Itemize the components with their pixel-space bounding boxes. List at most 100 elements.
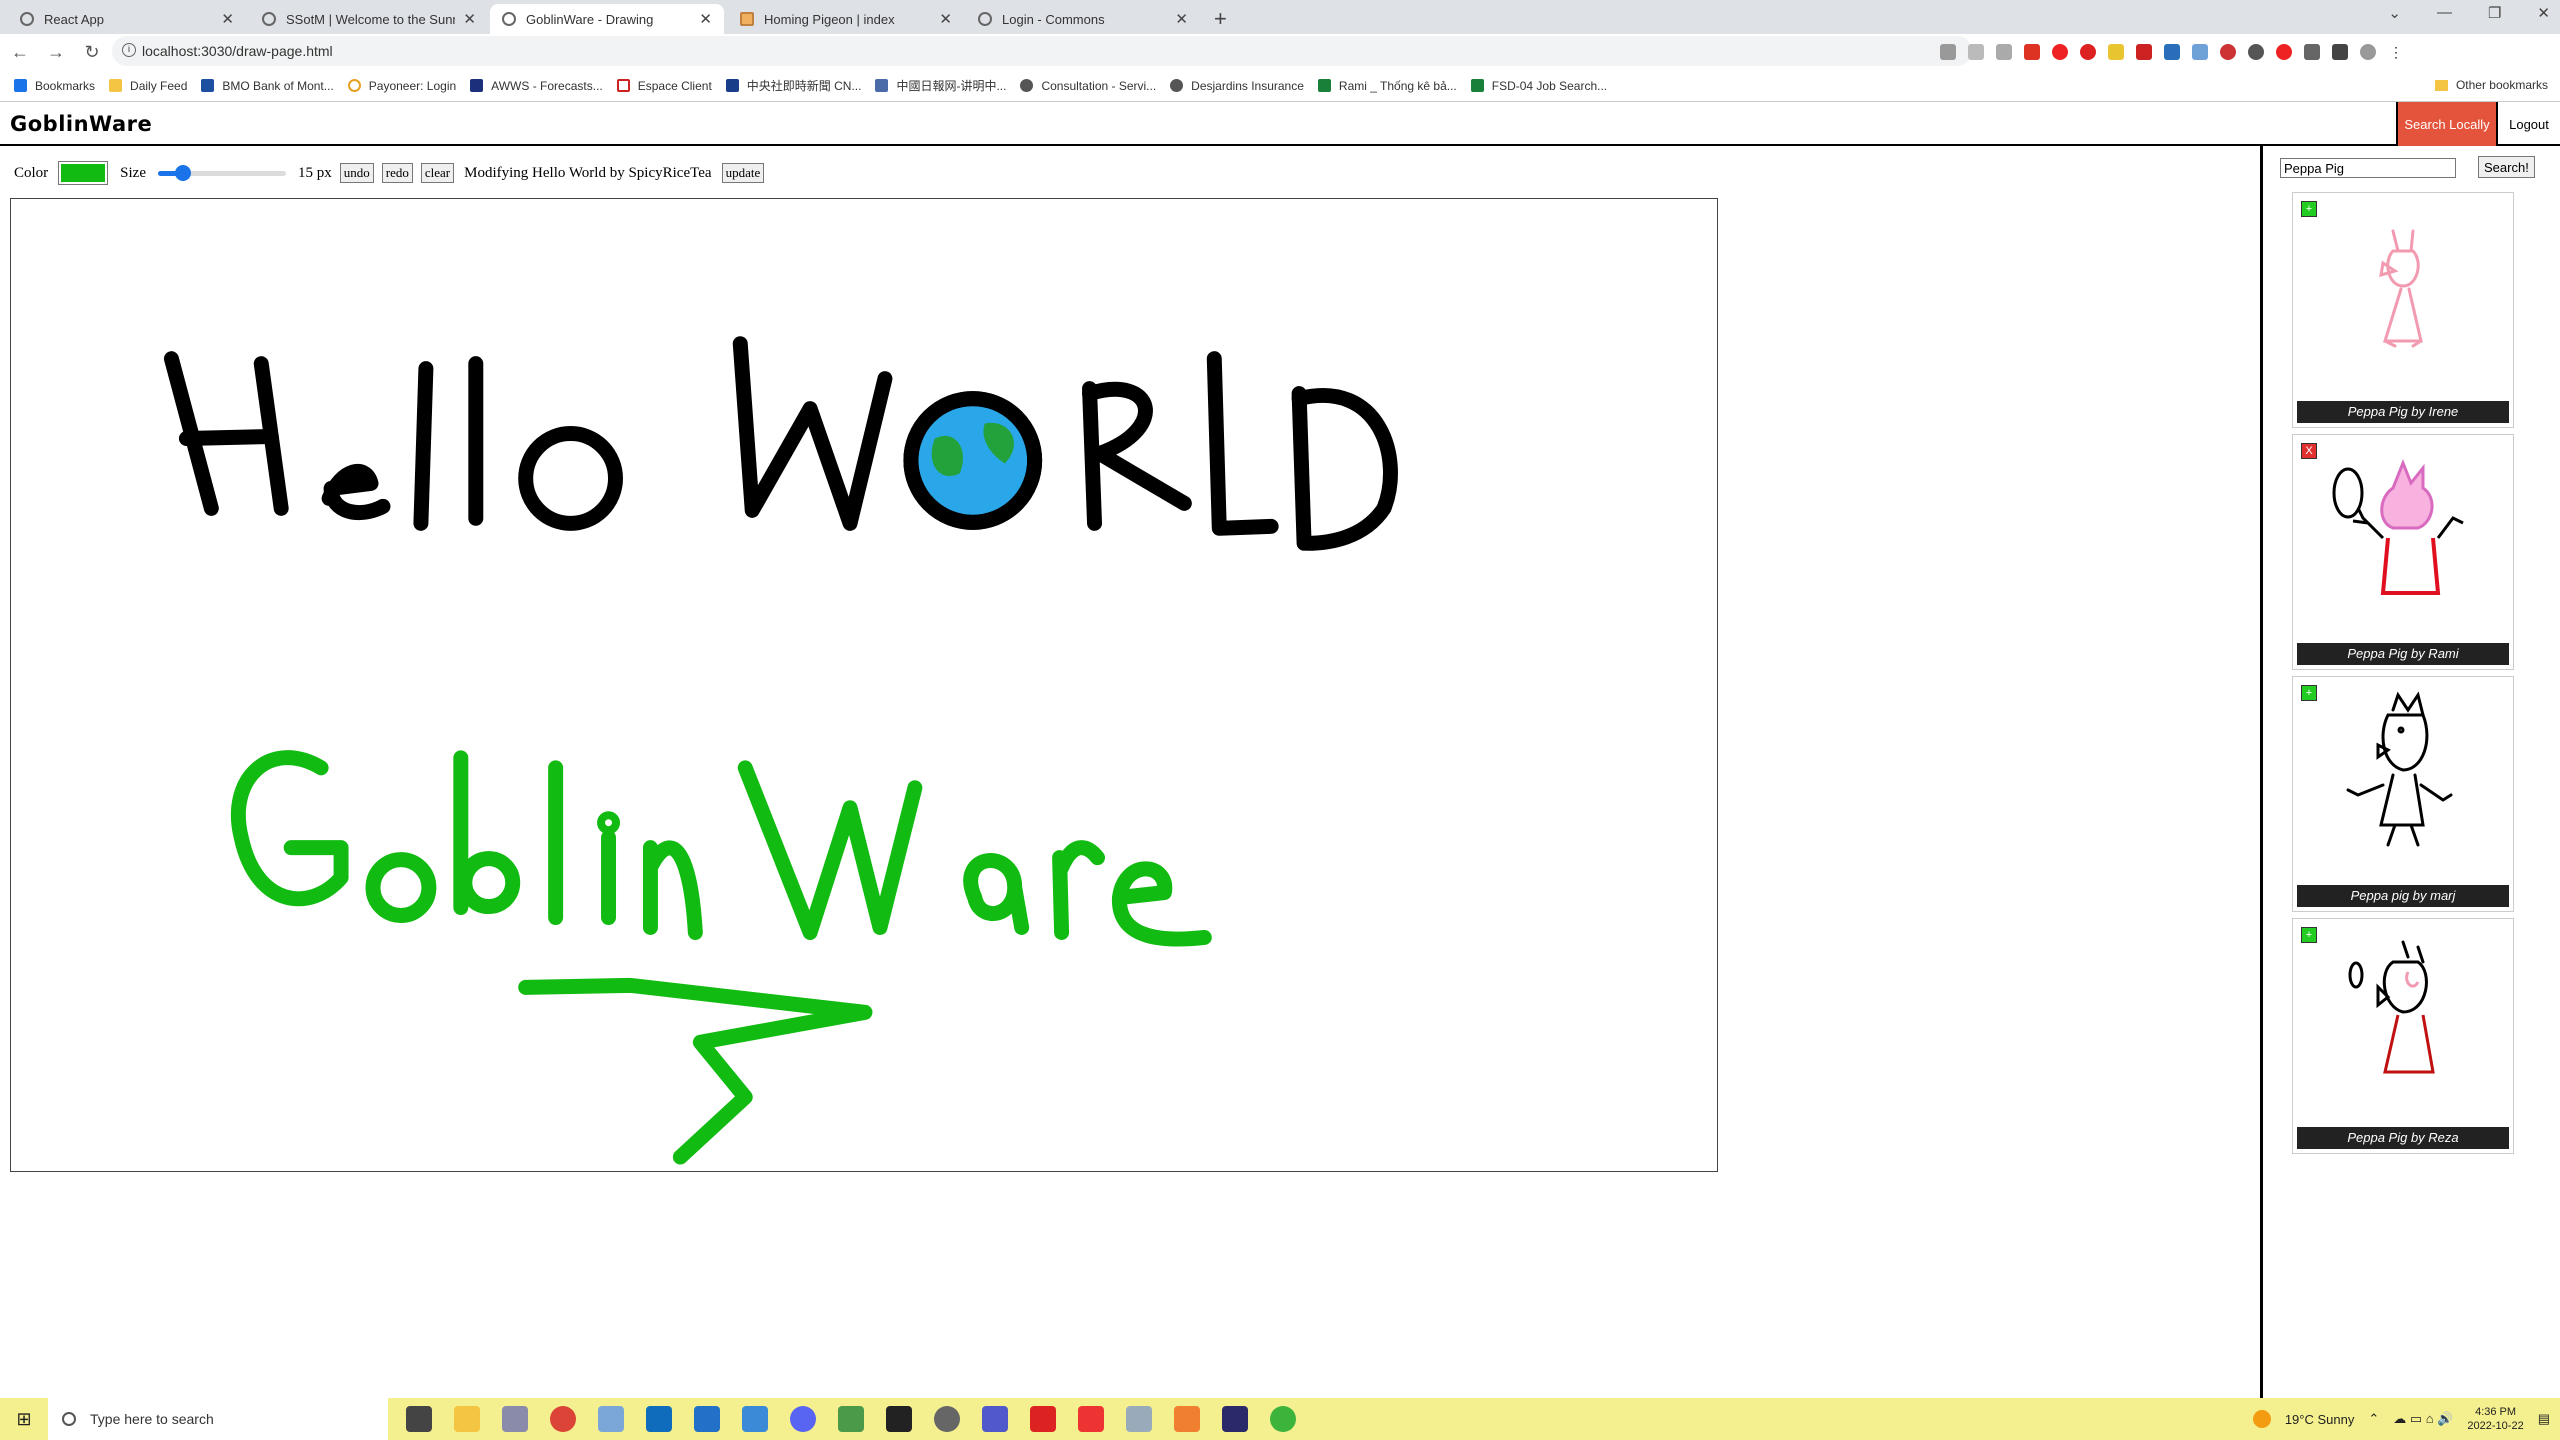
sidebar-divider [2260,146,2263,1398]
pdf-icon[interactable] [1078,1406,1104,1432]
undo-button[interactable]: undo [339,163,374,183]
slider-thumb[interactable] [174,165,191,181]
plus-icon[interactable]: + [2301,927,2317,943]
bookmark-item[interactable]: AWWS - Forecasts... [470,79,603,93]
app-icon[interactable] [1174,1406,1200,1432]
logout-button[interactable]: Logout [2498,102,2560,146]
close-icon[interactable]: ✕ [2537,4,2550,22]
bookmark-item[interactable]: Daily Feed [109,79,187,93]
browser-tab-goblinware[interactable]: GoblinWare - Drawing ✕ [490,4,724,34]
teams-icon[interactable] [982,1406,1008,1432]
extension-icon[interactable] [2220,44,2236,60]
file-explorer-icon[interactable] [454,1406,480,1432]
back-arrow-icon[interactable]: ← [4,42,36,63]
gallery-card[interactable]: + Peppa Pig by Reza [2292,918,2514,1154]
paint-icon[interactable] [502,1406,528,1432]
close-icon[interactable]: ✕ [939,10,952,28]
app-icon[interactable] [598,1406,624,1432]
clear-button[interactable]: clear [420,163,455,183]
card-caption: Peppa Pig by Irene [2297,401,2509,423]
drawing-canvas[interactable] [10,198,1718,1172]
profile-icon[interactable] [2360,44,2376,60]
reload-icon[interactable]: ↻ [76,42,108,63]
puzzle-icon[interactable] [2304,44,2320,60]
app-icon[interactable] [1222,1406,1248,1432]
bookmark-item[interactable]: 中國日報网-讲明中... [875,77,1006,94]
taskbar-search[interactable]: Type here to search [48,1398,388,1440]
settings-icon[interactable] [934,1406,960,1432]
app-icon[interactable] [742,1406,768,1432]
bookmark-item[interactable]: FSD-04 Job Search... [1470,79,1607,93]
app-icon[interactable] [838,1406,864,1432]
tray-icons[interactable]: ☁ ▭ ⌂ 🔊 [2393,1411,2453,1427]
minimize-icon[interactable]: — [2437,4,2452,22]
bookmark-item[interactable]: Consultation - Servi... [1020,79,1156,93]
adblock-icon[interactable] [2080,44,2096,60]
bookmark-item[interactable]: BMO Bank of Mont... [201,79,334,93]
bookmark-item[interactable]: Payoneer: Login [347,79,456,93]
terminal-icon[interactable] [886,1406,912,1432]
redo-button[interactable]: redo [381,163,413,183]
bookmark-item[interactable]: Rami _ Thống kê bả... [1317,79,1457,93]
menu-dots-icon[interactable]: ⋮ [2388,44,2404,60]
chevron-up-icon[interactable]: ⌃ [2368,1411,2379,1427]
plus-icon[interactable]: + [2301,685,2317,701]
extension-icon[interactable] [2192,44,2208,60]
delete-icon[interactable]: X [2301,443,2317,459]
brand-logo[interactable]: GoblinWare [10,112,152,136]
restore-icon[interactable]: ❐ [2488,4,2501,22]
bookmark-item[interactable]: Bookmarks [14,79,95,93]
color-picker[interactable] [58,161,109,185]
extension-icon[interactable] [2164,44,2180,60]
gallery-card[interactable]: X Peppa Pig by Rami [2292,434,2514,670]
bookmark-item[interactable]: 中央社即時新聞 CN... [725,77,861,94]
sidebar-icon[interactable] [2332,44,2348,60]
outlook-icon[interactable] [646,1406,672,1432]
other-bookmarks[interactable]: Other bookmarks [2434,78,2548,92]
app-icon[interactable] [790,1406,816,1432]
search-button[interactable]: Search! [2478,156,2535,178]
extension-icon[interactable] [2248,44,2264,60]
key-icon[interactable] [1940,44,1956,60]
star-icon[interactable] [1996,44,2012,60]
plus-icon[interactable]: + [2301,201,2317,217]
update-button[interactable]: update [721,163,765,183]
close-icon[interactable]: ✕ [463,10,476,28]
browser-tab-ssotm[interactable]: SSotM | Welcome to the Sunny S ✕ [250,4,488,34]
chevron-down-icon[interactable]: ⌄ [2388,4,2401,22]
weather-text[interactable]: 19°C Sunny [2285,1412,2355,1427]
share-icon[interactable] [1968,44,1984,60]
browser-tab-homing-pigeon[interactable]: Homing Pigeon | index ✕ [728,4,964,34]
size-slider[interactable] [158,165,286,181]
url-field[interactable]: i localhost:3030/draw-page.html [112,36,1972,66]
app-icon[interactable] [1126,1406,1152,1432]
extension-icon[interactable] [2024,44,2040,60]
browser-tab-react-app[interactable]: React App ✕ [8,4,246,34]
task-view-icon[interactable] [406,1406,432,1432]
gallery-card[interactable]: + Peppa pig by marj [2292,676,2514,912]
search-locally-button[interactable]: Search Locally [2396,102,2498,146]
gallery-card[interactable]: + Peppa Pig by Irene [2292,192,2514,428]
acrobat-icon[interactable] [1030,1406,1056,1432]
app-icon[interactable] [1270,1406,1296,1432]
canvas-drawing [163,336,1398,1165]
windows-start-icon[interactable]: ⊞ [0,1409,48,1430]
gallery-search-input[interactable] [2280,158,2456,178]
bookmark-item[interactable]: Desjardins Insurance [1170,79,1304,93]
close-icon[interactable]: ✕ [1175,10,1188,28]
clock[interactable]: 4:36 PM 2022-10-22 [2467,1405,2523,1433]
chrome-icon[interactable] [550,1406,576,1432]
browser-tab-login-commons[interactable]: Login - Commons ✕ [966,4,1200,34]
notification-icon[interactable]: ▤ [2538,1411,2550,1427]
extension-icon[interactable] [2136,44,2152,60]
extension-icon[interactable] [2052,44,2068,60]
extension-icon[interactable] [2108,44,2124,60]
close-icon[interactable]: ✕ [221,10,234,28]
bookmark-item[interactable]: Espace Client [616,79,712,93]
forward-arrow-icon[interactable]: → [40,42,72,63]
vscode-icon[interactable] [694,1406,720,1432]
info-icon[interactable]: i [122,43,136,57]
close-icon[interactable]: ✕ [699,10,712,28]
new-tab-button[interactable]: + [1214,6,1227,32]
pinterest-icon[interactable] [2276,44,2292,60]
